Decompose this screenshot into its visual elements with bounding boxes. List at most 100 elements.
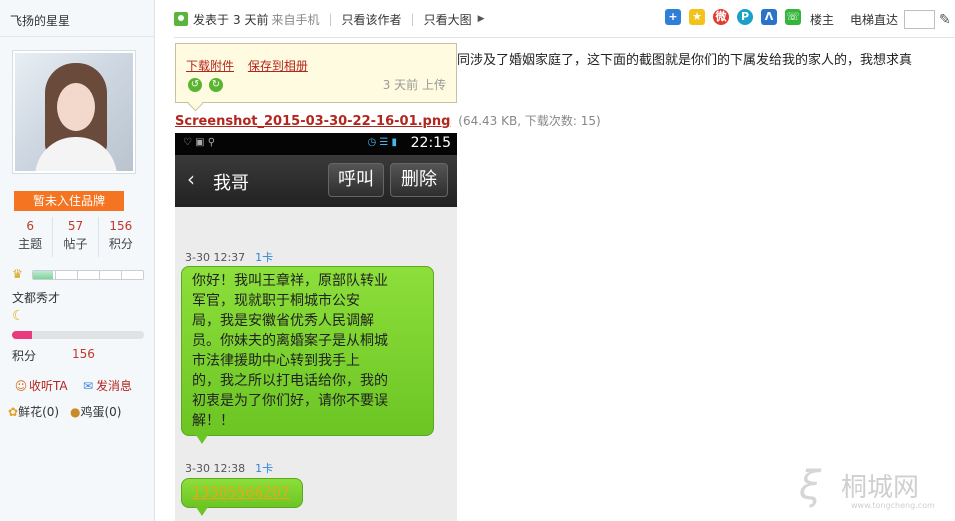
attachment-filename-link[interactable]: Screenshot_2015-03-30-22-16-01.png <box>175 114 450 129</box>
rank-progress-fill <box>12 331 32 339</box>
post-source: 来自手机 <box>271 12 320 27</box>
egg-button[interactable]: ●鸡蛋(0) <box>70 403 121 420</box>
attachment-tooltip: 下载附件 保存到相册 ↺ ↻ 3 天前 上传 <box>175 43 457 103</box>
status-signal-icons: ◷ ☰ ▮ <box>367 137 397 148</box>
sms-line: 员。你妹夫的离婚案子是从桐城 <box>192 333 388 349</box>
envelope-icon: ✉ <box>82 379 94 393</box>
sms-line: 你好！我叫王章祥，原部队转业 <box>192 273 388 289</box>
level-progress-bar <box>32 270 144 280</box>
only-image-link[interactable]: 只看大图 <box>424 11 472 28</box>
status-left-icons: ♡ ▣ ⚲ <box>183 137 216 148</box>
sim-card-label: 1卡 <box>255 462 274 475</box>
author-username[interactable]: 飞扬的星星 <box>10 12 70 29</box>
p-share-icon[interactable]: P <box>737 9 753 25</box>
online-status-icon <box>174 12 188 26</box>
crown-icon: ♛ <box>12 267 23 281</box>
avatar[interactable] <box>12 50 136 174</box>
message-timestamp: 3-30 12:37 <box>185 251 246 264</box>
follow-button[interactable]: ☺ 收听TA <box>13 377 68 394</box>
contact-name: 我哥 <box>213 173 249 194</box>
egg-icon: ● <box>70 405 81 419</box>
sms-line: 的，我之所以打电话给你，我的 <box>192 373 388 389</box>
rank-name: 文都秀才 <box>12 291 61 305</box>
message-time: 3-30 12:37 1卡 <box>185 249 273 265</box>
tencent-weibo-icon[interactable]: Λ <box>761 9 777 25</box>
wechat-icon[interactable]: ☏ <box>785 9 801 25</box>
author-sidebar: 飞扬的星星 暂未入住品牌 6 主题 57 帖子 156 积分 ♛ 文都秀才 ☾ … <box>0 0 155 521</box>
floor-nav: 楼主 电梯直达 ✎ <box>810 10 951 29</box>
floor-label: 楼主 <box>810 13 835 27</box>
sms-line: 市法律援助中心转到我手上 <box>192 353 360 369</box>
level-row: ♛ <box>12 267 144 283</box>
sms-line: 初衷是为了你们好，请你不要误 <box>192 393 388 409</box>
points-row: 积分 156 <box>12 347 95 364</box>
tooltip-links: 下载附件 保存到相册 <box>186 57 318 74</box>
plus-share-icon[interactable]: + <box>665 9 681 25</box>
sms-line: 局，我是安徽省优秀人民调解 <box>192 313 374 329</box>
attachment-row: Screenshot_2015-03-30-22-16-01.png (64.4… <box>175 112 601 129</box>
stat-posts-value: 57 <box>67 219 84 233</box>
brand-badge-button[interactable]: 暂未入住品牌 <box>14 191 124 211</box>
posted-prefix: 发表于 <box>193 12 230 27</box>
qzone-icon[interactable]: ★ <box>689 9 705 25</box>
stat-topics-label: 主题 <box>18 237 43 251</box>
watermark-logo-icon: ξ <box>799 463 822 509</box>
flower-icon: ✿ <box>8 405 19 419</box>
watermark-name: 桐城网 <box>841 473 920 503</box>
stat-posts[interactable]: 57 帖子 <box>53 217 99 257</box>
sms-bubble: 13305566207 <box>181 478 303 516</box>
stat-posts-label: 帖子 <box>63 237 88 251</box>
sms-line: 解！！ <box>192 413 234 429</box>
call-button: 呼叫 <box>328 163 384 197</box>
follow-label: 收听TA <box>29 379 68 393</box>
post-content: 发表于 3 天前 来自手机 | 只看该作者 | 只看大图 ▶ + ★ 微 P Λ… <box>156 0 955 521</box>
send-message-label: 发消息 <box>96 379 133 393</box>
attachment-info: (64.43 KB, 下载次数: 15) <box>458 114 601 128</box>
meta-divider <box>174 37 955 38</box>
author-stats: 6 主题 57 帖子 156 积分 <box>8 217 143 257</box>
post-meta-bar: 发表于 3 天前 来自手机 | 只看该作者 | 只看大图 ▶ <box>174 8 485 30</box>
rotate-right-icon[interactable]: ↻ <box>209 78 223 92</box>
download-attachment-link[interactable]: 下载附件 <box>186 59 234 73</box>
follow-icon: ☺ <box>14 379 28 393</box>
flower-label: 鲜花(0) <box>18 405 60 419</box>
floor-jump-input[interactable] <box>904 10 936 29</box>
rotate-left-icon[interactable]: ↺ <box>188 78 202 92</box>
stat-points-value: 156 <box>109 219 133 233</box>
upload-time: 3 天前 上传 <box>382 78 446 92</box>
site-watermark: ξ 桐城网 www.tongcheng.com <box>785 461 955 521</box>
meta-separator: | <box>328 12 333 26</box>
watermark-url: www.tongcheng.com <box>851 501 935 510</box>
stat-topics[interactable]: 6 主题 <box>8 217 54 257</box>
back-chevron-icon: ‹ <box>187 167 195 191</box>
phone-status-bar: ♡ ▣ ⚲ ◷ ☰ ▮ 22:15 <box>175 133 457 155</box>
jump-label: 电梯直达 <box>850 13 899 27</box>
sms-line: 军官，现就职于桐城市公安 <box>192 293 360 309</box>
send-message-button[interactable]: ✉ 发消息 <box>80 377 132 394</box>
phone-nav-bar: ‹ 我哥 呼叫 删除 <box>175 155 457 207</box>
phone-clock: 22:15 <box>410 135 451 151</box>
posted-time: 3 天前 <box>233 12 269 27</box>
sidebar-divider <box>0 36 155 37</box>
weibo-icon[interactable]: 微 <box>713 9 729 25</box>
rank-progress-bar <box>12 331 144 339</box>
points-value: 156 <box>72 347 95 361</box>
only-author-link[interactable]: 只看该作者 <box>342 11 402 28</box>
jump-go-icon[interactable]: ✎ <box>939 12 951 28</box>
share-bar: + ★ 微 P Λ ☏ <box>665 9 809 25</box>
stat-points-label: 积分 <box>108 237 133 251</box>
egg-label: 鸡蛋(0) <box>80 405 122 419</box>
stat-points[interactable]: 156 积分 <box>99 217 143 257</box>
attachment-image[interactable]: ♡ ▣ ⚲ ◷ ☰ ▮ 22:15 ‹ 我哥 呼叫 删除 3-30 12:37 1… <box>175 133 457 521</box>
meta-separator: | <box>410 12 415 26</box>
sms-bubble: 你好！我叫王章祥，原部队转业 军官，现就职于桐城市公安 局，我是安徽省优秀人民调… <box>181 266 434 444</box>
message-timestamp: 3-30 12:38 <box>185 462 246 475</box>
flower-button[interactable]: ✿鲜花(0) <box>8 403 59 420</box>
play-arrow-icon[interactable]: ▶ <box>478 14 485 24</box>
sim-card-label: 1卡 <box>255 251 274 264</box>
message-time: 3-30 12:38 1卡 <box>185 460 273 476</box>
sms-phone-number: 13305566207 <box>192 485 290 501</box>
save-to-album-link[interactable]: 保存到相册 <box>248 59 308 73</box>
moon-icon: ☾ <box>12 308 25 324</box>
delete-button: 删除 <box>390 163 448 197</box>
